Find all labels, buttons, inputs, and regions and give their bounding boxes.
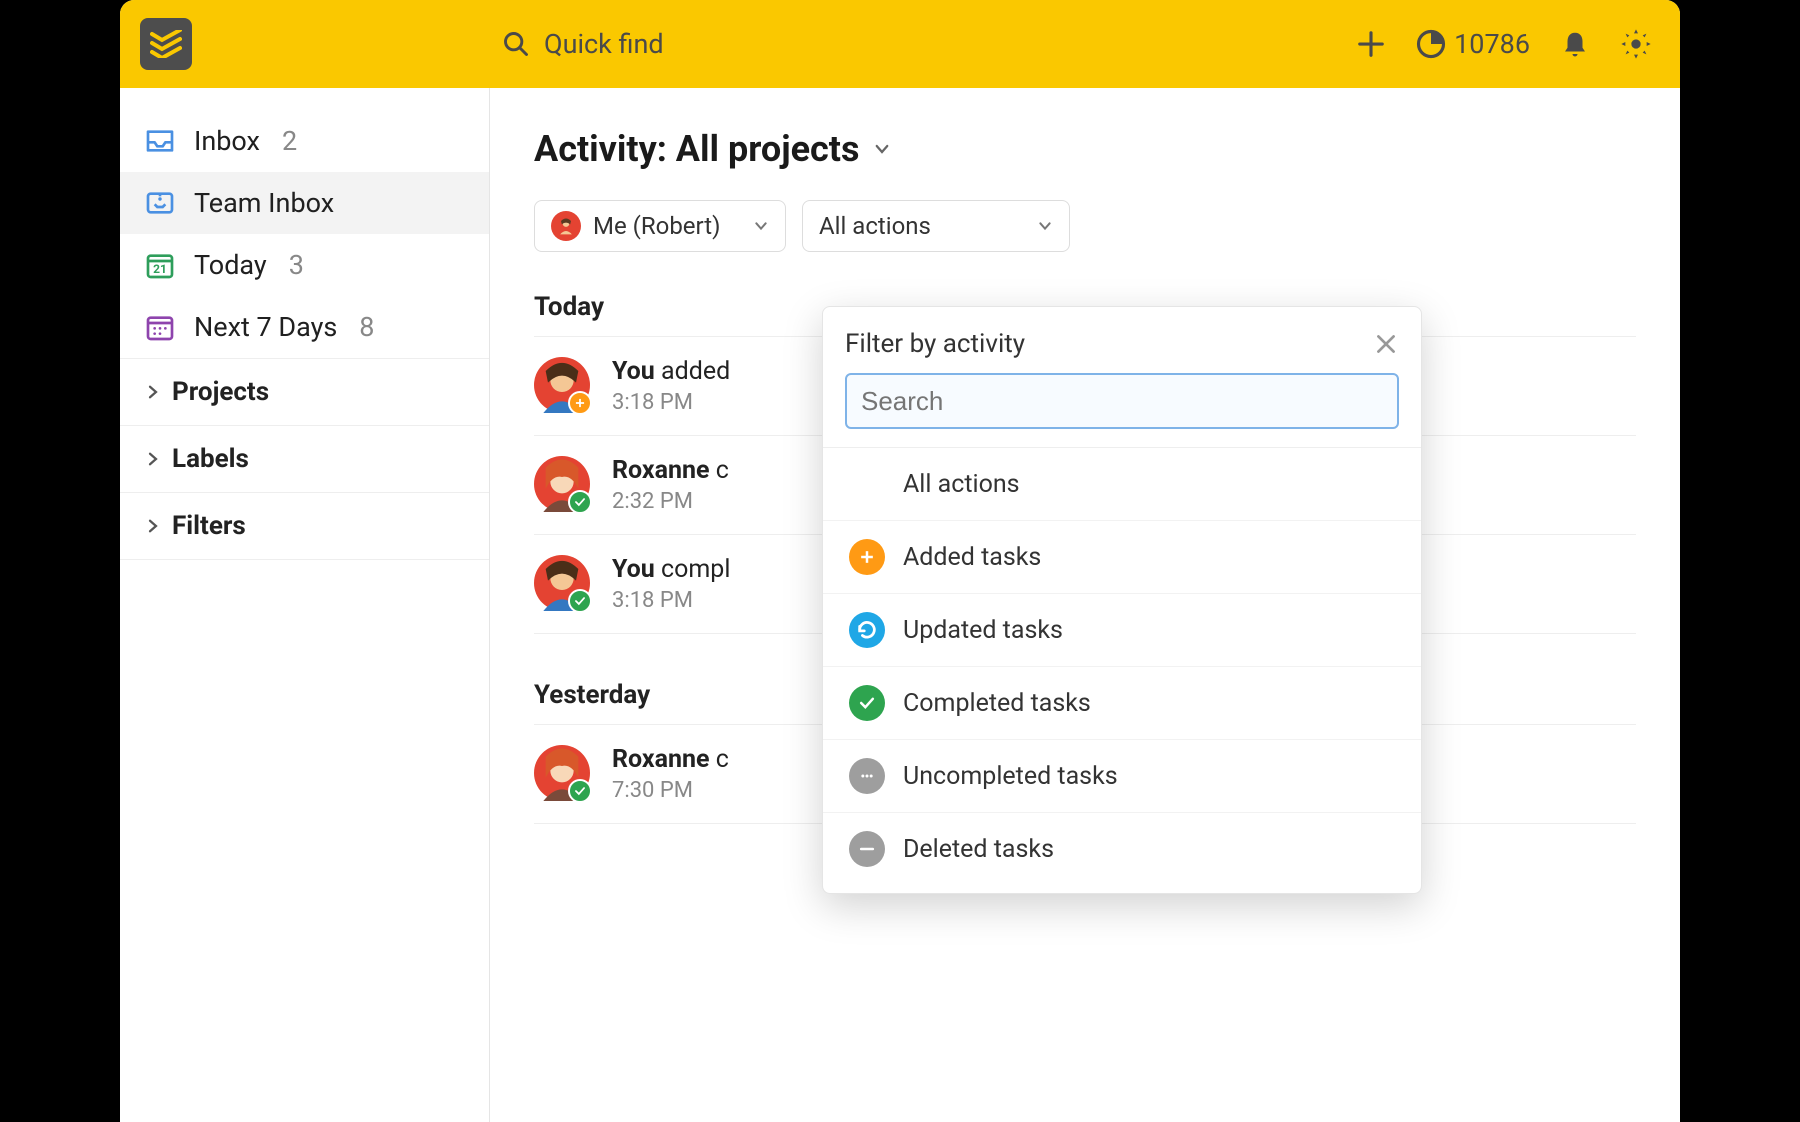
filter-action[interactable]: All actions — [802, 200, 1070, 252]
sidebar-item-next7days[interactable]: Next 7 Days 8 — [120, 296, 489, 358]
popover-close-button[interactable] — [1373, 331, 1399, 357]
popover-option-updated[interactable]: Updated tasks — [823, 594, 1421, 667]
popover-title: Filter by activity — [845, 329, 1025, 359]
app-logo[interactable] — [140, 18, 192, 70]
activity-time: 3:18 PM — [612, 588, 730, 613]
filter-user-label: Me (Robert) — [593, 212, 720, 240]
empty-icon — [849, 466, 885, 502]
popover-option-all[interactable]: All actions — [823, 448, 1421, 521]
added-icon — [849, 539, 885, 575]
filter-action-label: All actions — [819, 212, 931, 240]
activity-time: 2:32 PM — [612, 489, 729, 514]
avatar — [534, 357, 590, 413]
completed-badge-icon — [568, 490, 592, 514]
upcoming-icon — [144, 311, 176, 343]
sidebar-section-projects[interactable]: Projects — [120, 358, 489, 425]
popover-option-label: Updated tasks — [903, 616, 1063, 645]
sidebar-section-filters[interactable]: Filters — [120, 492, 489, 560]
popover-search-wrap — [845, 373, 1399, 429]
activity-time: 7:30 PM — [612, 778, 729, 803]
chevron-right-icon — [144, 383, 162, 401]
sidebar-item-today[interactable]: 21 Today 3 — [120, 234, 489, 296]
title-dropdown-icon[interactable] — [873, 140, 891, 158]
karma-icon — [1416, 29, 1446, 59]
sidebar-item-count: 2 — [282, 125, 297, 157]
sidebar-section-label: Projects — [172, 377, 269, 407]
sidebar-section-labels[interactable]: Labels — [120, 425, 489, 492]
karma-button[interactable]: 10786 — [1416, 28, 1530, 60]
sidebar-item-label: Team Inbox — [194, 187, 334, 219]
popover-option-added[interactable]: Added tasks — [823, 521, 1421, 594]
filter-user-avatar — [551, 211, 581, 241]
popover-option-label: Uncompleted tasks — [903, 762, 1118, 791]
search-icon — [502, 30, 530, 58]
page-title-row: Activity: All projects — [534, 128, 1636, 170]
completed-badge-icon — [568, 779, 592, 803]
filter-collaborator[interactable]: Me (Robert) — [534, 200, 786, 252]
popover-option-deleted[interactable]: Deleted tasks — [823, 813, 1421, 893]
activity-text: You compl — [612, 555, 730, 584]
activity-body: You added 3:18 PM — [612, 357, 730, 415]
chevron-right-icon — [144, 450, 162, 468]
popover-option-label: All actions — [903, 470, 1020, 499]
activity-body: Roxanne c 7:30 PM — [612, 745, 729, 803]
inbox-icon — [144, 125, 176, 157]
sidebar-section-label: Labels — [172, 444, 249, 474]
deleted-icon — [849, 831, 885, 867]
activity-text: Roxanne c — [612, 745, 729, 774]
page-title: Activity: All projects — [534, 128, 859, 170]
svg-text:21: 21 — [153, 262, 167, 276]
filter-activity-popover: Filter by activity All actions Adde — [822, 306, 1422, 894]
add-task-icon[interactable] — [1356, 29, 1386, 59]
completed-icon — [849, 685, 885, 721]
activity-text: Roxanne c — [612, 456, 729, 485]
filters-row: Me (Robert) All actions — [534, 200, 1636, 252]
popover-option-label: Completed tasks — [903, 689, 1091, 718]
topbar-actions: 10786 — [1356, 28, 1652, 60]
topbar: Quick find 10786 — [120, 0, 1680, 88]
popover-option-uncompleted[interactable]: Uncompleted tasks — [823, 740, 1421, 813]
uncompleted-icon — [849, 758, 885, 794]
sidebar-item-count: 3 — [289, 249, 304, 281]
avatar — [534, 456, 590, 512]
completed-badge-icon — [568, 589, 592, 613]
popover-header: Filter by activity — [823, 329, 1421, 373]
sidebar-item-label: Inbox — [194, 125, 260, 157]
sidebar-item-count: 8 — [359, 311, 374, 343]
sidebar-item-label: Next 7 Days — [194, 311, 337, 343]
popover-option-list: All actions Added tasks Updated tasks Co… — [823, 447, 1421, 893]
avatar — [534, 555, 590, 611]
quick-find[interactable]: Quick find — [502, 28, 1356, 60]
avatar — [534, 745, 590, 801]
popover-option-label: Deleted tasks — [903, 835, 1054, 864]
activity-text: You added — [612, 357, 730, 386]
sidebar-section-label: Filters — [172, 511, 246, 541]
activity-time: 3:18 PM — [612, 390, 730, 415]
popover-option-completed[interactable]: Completed tasks — [823, 667, 1421, 740]
chevron-right-icon — [144, 517, 162, 535]
todoist-logo-icon — [150, 30, 182, 58]
quick-find-placeholder: Quick find — [544, 28, 664, 60]
team-inbox-icon — [144, 187, 176, 219]
added-badge-icon — [568, 391, 592, 415]
sidebar: Inbox 2 Team Inbox 21 Today 3 Next 7 Day… — [120, 88, 490, 1122]
sidebar-item-team-inbox[interactable]: Team Inbox — [120, 172, 489, 234]
app-window: Quick find 10786 Inbox 2 Team Inbox — [120, 0, 1680, 1122]
activity-body: Roxanne c 2:32 PM — [612, 456, 729, 514]
sidebar-item-inbox[interactable]: Inbox 2 — [120, 110, 489, 172]
sidebar-item-label: Today — [194, 249, 267, 281]
settings-icon[interactable] — [1620, 28, 1652, 60]
chevron-down-icon — [753, 218, 769, 234]
main-content: Activity: All projects Me (Robert) All a… — [490, 88, 1680, 1122]
today-icon: 21 — [144, 249, 176, 281]
updated-icon — [849, 612, 885, 648]
activity-body: You compl 3:18 PM — [612, 555, 730, 613]
notifications-icon[interactable] — [1560, 29, 1590, 59]
popover-search-input[interactable] — [845, 373, 1399, 429]
chevron-down-icon — [1037, 218, 1053, 234]
close-icon — [1373, 331, 1399, 357]
app-body: Inbox 2 Team Inbox 21 Today 3 Next 7 Day… — [120, 88, 1680, 1122]
popover-option-label: Added tasks — [903, 543, 1041, 572]
karma-points: 10786 — [1454, 28, 1530, 60]
